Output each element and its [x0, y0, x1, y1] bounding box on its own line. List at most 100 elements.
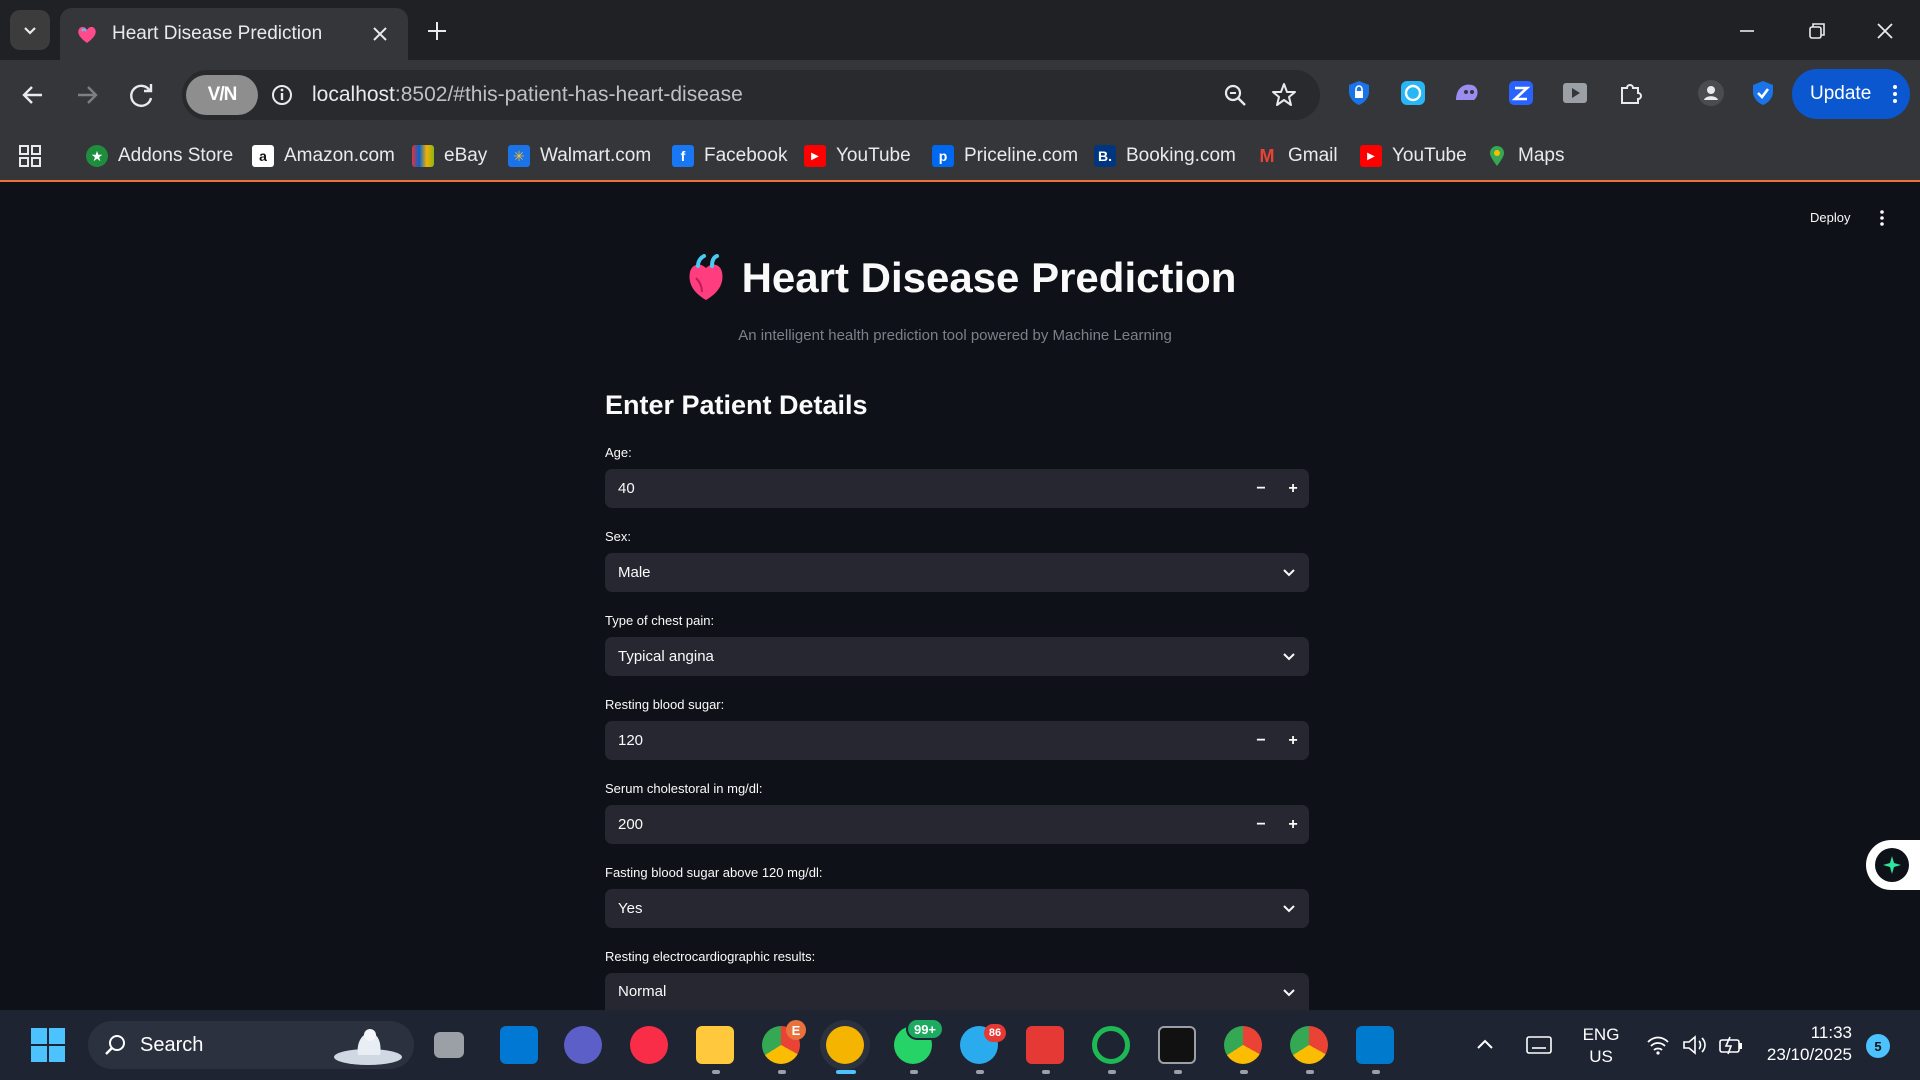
lock-extension-icon[interactable] [1344, 78, 1374, 108]
assistant-floating-button[interactable] [1866, 840, 1920, 890]
wps-office-icon[interactable] [1026, 1026, 1064, 1064]
age-increment-button[interactable]: + [1277, 469, 1309, 508]
itunes-icon[interactable] [630, 1026, 668, 1064]
task-view-icon[interactable] [434, 1032, 464, 1058]
shield-check-icon[interactable] [1748, 78, 1778, 108]
notification-count[interactable]: 5 [1866, 1034, 1890, 1058]
chest-pain-select[interactable]: Typical angina [605, 637, 1309, 676]
url-path: :8502/#this-patient-has-heart-disease [394, 83, 743, 106]
clock-date: 23/10/2025 [1766, 1045, 1852, 1064]
back-icon[interactable] [16, 78, 50, 112]
bookmark-star-icon[interactable] [1270, 81, 1298, 109]
resting-blood-sugar-input[interactable]: 120 − + [605, 721, 1309, 760]
close-window-icon[interactable] [1870, 16, 1900, 46]
apps-grid-icon[interactable] [18, 144, 42, 168]
lang-top: ENG [1582, 1025, 1620, 1044]
running-indicator [1240, 1070, 1248, 1074]
video-extension-icon[interactable] [1560, 78, 1590, 108]
windows-start-icon[interactable] [30, 1027, 66, 1063]
minimize-icon[interactable] [1732, 16, 1762, 46]
wifi-icon[interactable] [1646, 1034, 1670, 1056]
chrome-profile-3-icon[interactable] [1290, 1026, 1328, 1064]
sex-select[interactable]: Male [605, 553, 1309, 592]
search-label: Search [140, 1033, 204, 1056]
youtube-icon: ▶ [1360, 145, 1382, 167]
age-decrement-button[interactable]: − [1245, 469, 1277, 508]
refresh-extension-icon[interactable] [1398, 78, 1428, 108]
active-tab[interactable]: Heart Disease Prediction [60, 8, 408, 60]
ghost-extension-icon[interactable] [1452, 78, 1482, 108]
deploy-button[interactable]: Deploy [1810, 210, 1850, 225]
language-indicator[interactable]: ENG US [1576, 1024, 1626, 1068]
restore-icon[interactable] [1802, 16, 1832, 46]
main-menu-icon[interactable] [1874, 208, 1890, 228]
vpn-app-icon[interactable] [826, 1026, 864, 1064]
search-highlight-image-icon [334, 1029, 402, 1065]
loading-app-icon[interactable] [1092, 1026, 1130, 1064]
bookmark-gmail[interactable]: M Gmail [1256, 142, 1338, 170]
tab-strip: Heart Disease Prediction [0, 0, 1920, 60]
vpn-button[interactable]: V/N [186, 75, 258, 115]
bookmark-walmart[interactable]: ✳ Walmart.com [508, 142, 651, 170]
clock[interactable]: 11:33 23/10/2025 [1752, 1022, 1852, 1066]
resting-blood-sugar-label: Resting blood sugar: [605, 697, 725, 712]
teams-icon[interactable] [564, 1026, 602, 1064]
chest-pain-label: Type of chest pain: [605, 613, 715, 628]
resting-blood-sugar-increment-button[interactable]: + [1277, 721, 1309, 760]
running-indicator [1306, 1070, 1314, 1074]
clock-time: 11:33 [1810, 1023, 1852, 1042]
forward-icon[interactable] [70, 78, 104, 112]
running-indicator [778, 1070, 786, 1074]
running-indicator [910, 1070, 918, 1074]
cholesterol-label: Serum cholestoral in mg/dl: [605, 781, 763, 796]
sex-label: Sex: [605, 529, 632, 544]
file-explorer-icon[interactable] [696, 1026, 734, 1064]
address-bar[interactable]: V/N localhost:8502/#this-patient-has-hea… [182, 70, 1320, 120]
bookmark-ebay[interactable]: eBay [412, 142, 487, 170]
update-button[interactable]: Update [1792, 69, 1910, 119]
telegram-badge: 86 [984, 1024, 1006, 1042]
bookmark-facebook[interactable]: f Facebook [672, 142, 787, 170]
cholesterol-input[interactable]: 200 − + [605, 805, 1309, 844]
bookmark-booking[interactable]: B. Booking.com [1094, 142, 1236, 170]
chevron-up-icon[interactable] [1474, 1034, 1496, 1056]
widgets-icon[interactable] [500, 1026, 538, 1064]
site-info-icon[interactable] [270, 83, 294, 107]
tab-search-button[interactable] [10, 10, 50, 50]
close-tab-icon[interactable] [368, 22, 392, 46]
new-tab-icon[interactable] [424, 18, 450, 44]
profile-icon[interactable] [1696, 78, 1726, 108]
update-label: Update [1810, 83, 1872, 104]
vscode-icon[interactable] [1356, 1026, 1394, 1064]
fasting-blood-sugar-label: Fasting blood sugar above 120 mg/dl: [605, 865, 823, 880]
ebay-icon [412, 145, 434, 167]
bookmark-priceline[interactable]: p Priceline.com [932, 142, 1078, 170]
bookmark-amazon[interactable]: a Amazon.com [252, 142, 395, 170]
terminal-icon[interactable] [1158, 1026, 1196, 1064]
keyboard-icon[interactable] [1526, 1034, 1552, 1056]
bookmark-maps[interactable]: Maps [1486, 142, 1564, 170]
cholesterol-decrement-button[interactable]: − [1245, 805, 1277, 844]
taskbar-search[interactable]: Search [88, 1021, 414, 1069]
z-extension-icon[interactable] [1506, 78, 1536, 108]
age-input[interactable]: 40 − + [605, 469, 1309, 508]
running-indicator [1174, 1070, 1182, 1074]
running-indicator [1108, 1070, 1116, 1074]
url-text[interactable]: localhost:8502/#this-patient-has-heart-d… [312, 83, 743, 107]
reload-icon[interactable] [124, 78, 158, 112]
extensions-puzzle-icon[interactable] [1616, 78, 1646, 108]
zoom-icon[interactable] [1222, 82, 1248, 108]
cholesterol-increment-button[interactable]: + [1277, 805, 1309, 844]
gmail-icon: M [1259, 145, 1275, 166]
fasting-blood-sugar-select[interactable]: Yes [605, 889, 1309, 928]
bookmark-addons-store[interactable]: ★ Addons Store [86, 142, 233, 170]
bookmark-label: Facebook [704, 145, 788, 166]
battery-icon[interactable] [1718, 1034, 1744, 1056]
chrome-profile-2-icon[interactable] [1224, 1026, 1262, 1064]
volume-icon[interactable] [1682, 1034, 1708, 1056]
cholesterol-value: 200 [618, 816, 644, 833]
resting-blood-sugar-decrement-button[interactable]: − [1245, 721, 1277, 760]
bookmark-youtube-1[interactable]: ▶ YouTube [804, 142, 911, 170]
ecg-select[interactable]: Normal [605, 973, 1309, 1010]
bookmark-youtube-2[interactable]: ▶ YouTube [1360, 142, 1467, 170]
